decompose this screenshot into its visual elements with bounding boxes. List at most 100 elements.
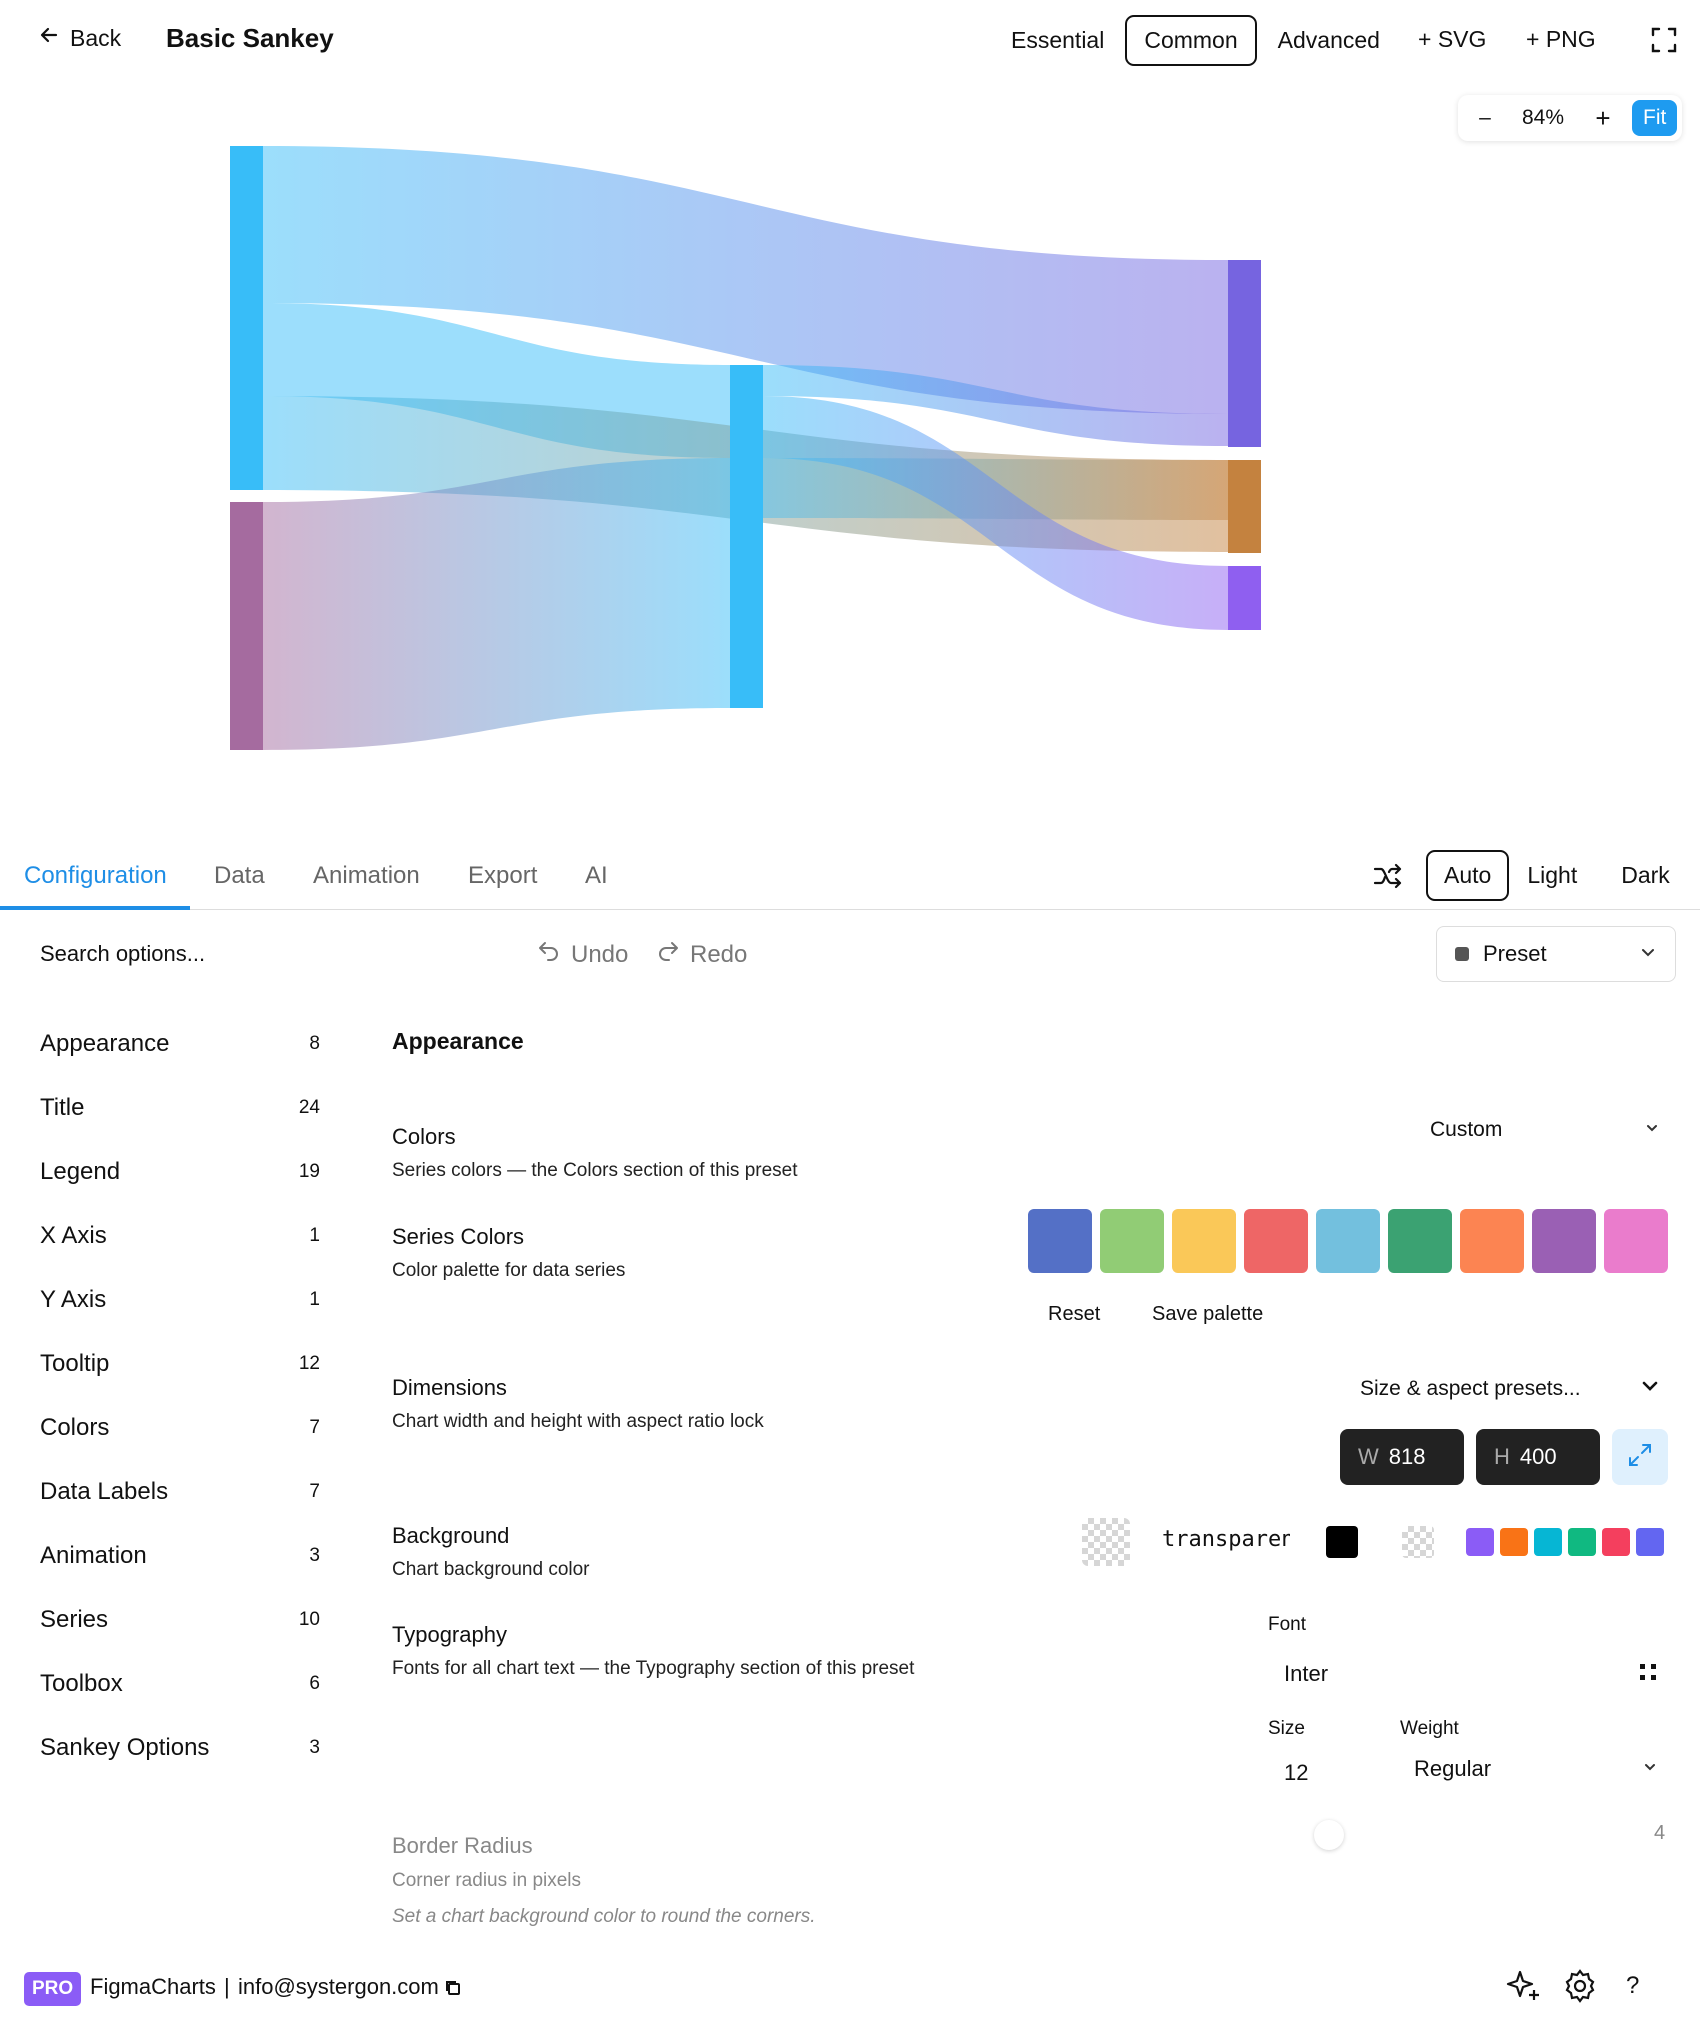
settings-gear-icon[interactable] <box>1562 1968 1598 2009</box>
font-weight-select[interactable]: Regular <box>1414 1756 1658 1782</box>
background-quick-colors <box>1466 1528 1664 1556</box>
size-presets-label: Size & aspect presets... <box>1360 1376 1581 1400</box>
search-input[interactable]: Search options... <box>40 941 205 967</box>
width-field[interactable]: W 818 <box>1340 1429 1464 1485</box>
palette-swatch[interactable] <box>1460 1209 1524 1273</box>
sankey-link-source-b-middle[interactable] <box>263 458 730 750</box>
sankey-node-source-b[interactable] <box>230 502 263 750</box>
quick-color-swatch[interactable] <box>1466 1528 1494 1556</box>
weight-label: Weight <box>1400 1718 1459 1739</box>
undo-icon <box>537 939 561 970</box>
sankey-node-target-c[interactable] <box>1228 566 1261 630</box>
reset-palette-button[interactable]: Reset <box>1048 1303 1100 1326</box>
tab-animation[interactable]: Animation <box>313 862 420 890</box>
category-legend[interactable]: Legend 19 <box>40 1158 320 1186</box>
quick-color-swatch[interactable] <box>1568 1528 1596 1556</box>
size-label: Size <box>1268 1718 1305 1739</box>
preset-swatch-icon <box>1455 947 1469 961</box>
quick-color-swatch[interactable] <box>1602 1528 1630 1556</box>
quick-color-swatch[interactable] <box>1636 1528 1664 1556</box>
border-radius-title: Border Radius <box>392 1833 533 1858</box>
palette-swatch[interactable] <box>1604 1209 1668 1273</box>
border-radius-note: Set a chart background color to round th… <box>392 1906 816 1927</box>
font-select-value: Inter <box>1284 1661 1329 1686</box>
palette-swatch[interactable] <box>1172 1209 1236 1273</box>
redo-button[interactable]: Redo <box>656 939 747 970</box>
category-appearance[interactable]: Appearance 8 <box>40 1030 320 1058</box>
pro-badge: PRO <box>24 1972 82 2006</box>
theme-auto-button[interactable]: Auto <box>1426 850 1510 901</box>
tab-ai[interactable]: AI <box>585 862 608 890</box>
category-colors[interactable]: Colors 7 <box>40 1414 320 1442</box>
category-tooltip[interactable]: Tooltip 12 <box>40 1350 320 1378</box>
undo-button[interactable]: Undo <box>537 939 628 970</box>
expand-icon <box>1626 1441 1654 1474</box>
category-y-axis[interactable]: Y Axis 1 <box>40 1286 320 1314</box>
redo-label: Redo <box>690 940 748 968</box>
quick-color-swatch[interactable] <box>1500 1528 1528 1556</box>
tab-export[interactable]: Export <box>468 862 537 890</box>
palette-swatch[interactable] <box>1028 1209 1092 1273</box>
chevron-down-icon <box>1639 943 1657 966</box>
series-palette <box>1028 1209 1668 1273</box>
tab-configuration[interactable]: Configuration <box>24 862 167 890</box>
sankey-node-target-a[interactable] <box>1228 260 1261 447</box>
colors-select[interactable]: Custom <box>1430 1118 1660 1142</box>
palette-swatch[interactable] <box>1244 1209 1308 1273</box>
background-black-swatch[interactable] <box>1326 1526 1358 1558</box>
category-count: 12 <box>298 1353 320 1374</box>
help-button[interactable]: ? <box>1626 1972 1639 2000</box>
category-data-labels[interactable]: Data Labels 7 <box>40 1478 320 1506</box>
category-count: 7 <box>309 1481 320 1502</box>
palette-swatch[interactable] <box>1100 1209 1164 1273</box>
colors-select-value: Custom <box>1430 1118 1503 1141</box>
theme-dark-button[interactable]: Dark <box>1603 850 1688 901</box>
category-title[interactable]: Title 24 <box>40 1094 320 1122</box>
category-toolbox[interactable]: Toolbox 6 <box>40 1670 320 1698</box>
category-label: X Axis <box>40 1222 107 1249</box>
palette-swatch[interactable] <box>1532 1209 1596 1273</box>
palette-swatch[interactable] <box>1316 1209 1380 1273</box>
copy-icon[interactable] <box>444 1979 462 2002</box>
preset-label: Preset <box>1483 941 1547 966</box>
category-count: 1 <box>309 1289 320 1310</box>
category-series[interactable]: Series 10 <box>40 1606 320 1634</box>
category-count: 1 <box>309 1225 320 1246</box>
category-animation[interactable]: Animation 3 <box>40 1542 320 1570</box>
font-size-input[interactable]: 12 <box>1284 1760 1308 1786</box>
font-select[interactable]: Inter <box>1268 1652 1658 1696</box>
contact-email[interactable]: info@systergon.com <box>238 1974 439 2000</box>
shuffle-icon[interactable] <box>1372 860 1404 897</box>
background-color-input[interactable]: transparent <box>1162 1527 1290 1552</box>
save-palette-button[interactable]: Save palette <box>1152 1303 1263 1326</box>
theme-light-button[interactable]: Light <box>1509 850 1595 901</box>
height-field-value: 400 <box>1519 1444 1557 1469</box>
height-field[interactable]: H 400 <box>1476 1429 1600 1485</box>
colors-option-desc: Series colors — the Colors section of th… <box>392 1160 798 1181</box>
section-heading: Appearance <box>392 1028 524 1054</box>
typography-desc: Fonts for all chart text — the Typograph… <box>392 1658 915 1679</box>
brand-name: FigmaCharts <box>90 1974 216 1999</box>
quick-color-swatch[interactable] <box>1534 1528 1562 1556</box>
aspect-lock-button[interactable] <box>1612 1429 1668 1485</box>
sankey-node-source-a[interactable] <box>230 146 263 490</box>
series-colors-desc: Color palette for data series <box>392 1260 626 1281</box>
size-presets-select[interactable]: Size & aspect presets... <box>1360 1376 1660 1401</box>
category-sankey-options[interactable]: Sankey Options 3 <box>40 1734 320 1762</box>
dimensions-desc: Chart width and height with aspect ratio… <box>392 1411 764 1432</box>
category-label: Toolbox <box>40 1670 123 1697</box>
tab-data[interactable]: Data <box>214 862 265 890</box>
preset-select[interactable]: Preset <box>1436 926 1676 982</box>
sparkle-ai-icon[interactable] <box>1504 1966 1544 2011</box>
background-color-swatch[interactable] <box>1082 1518 1130 1566</box>
category-x-axis[interactable]: X Axis 1 <box>40 1222 320 1250</box>
background-transparent-swatch[interactable] <box>1402 1526 1434 1558</box>
border-radius-slider-thumb[interactable] <box>1314 1820 1344 1850</box>
sankey-node-target-b[interactable] <box>1228 460 1261 553</box>
font-label: Font <box>1268 1614 1307 1635</box>
chevron-down-icon <box>1640 1376 1660 1401</box>
palette-swatch[interactable] <box>1388 1209 1452 1273</box>
sankey-node-middle[interactable] <box>730 365 763 708</box>
category-label: Colors <box>40 1414 110 1441</box>
category-label: Animation <box>40 1542 147 1569</box>
